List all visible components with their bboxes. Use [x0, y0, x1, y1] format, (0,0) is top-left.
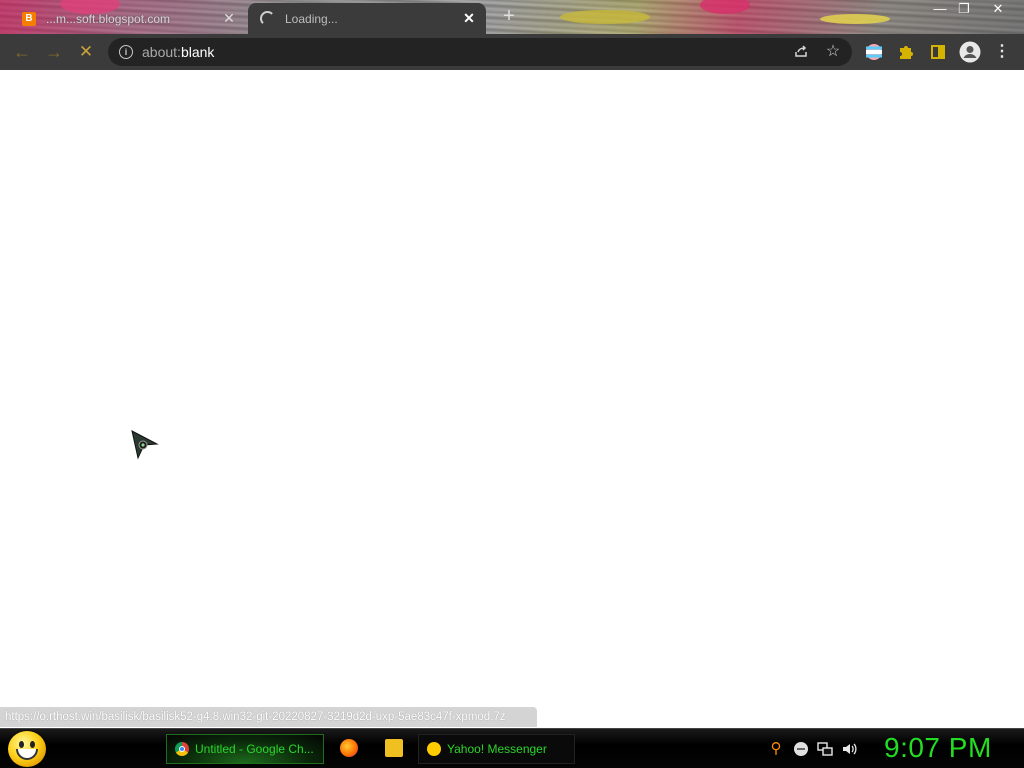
info-icon[interactable]: i [119, 45, 133, 59]
theme-decoration [700, 0, 750, 14]
tab-title: ...m...soft.blogspot.com [46, 11, 171, 26]
search-icon[interactable]: ⚲ [768, 741, 784, 757]
close-tab-icon[interactable]: ✕ [462, 11, 476, 25]
taskbar-button-label: Untitled - Google Ch... [195, 742, 314, 756]
address-bar[interactable]: i about:blank ☆ [108, 38, 852, 66]
maximize-button[interactable]: ❐ [952, 0, 976, 18]
profile-flag-icon[interactable] [865, 43, 883, 61]
stop-loading-button[interactable]: ✕ [74, 40, 98, 64]
close-window-button[interactable]: ✕ [986, 0, 1010, 18]
tab-strip: B ...m...soft.blogspot.com ✕ Loading... … [0, 0, 1024, 34]
volume-icon[interactable] [841, 741, 857, 757]
smiley-mouth [16, 749, 38, 760]
url-host: blank [180, 44, 215, 60]
chrome-icon [175, 742, 189, 756]
smiley-eye [19, 741, 24, 748]
url-scheme: about: [142, 44, 181, 60]
yahoo-smiley-start-icon[interactable] [8, 731, 46, 767]
tab-loading[interactable]: Loading... ✕ [248, 3, 486, 34]
forward-button[interactable]: → [42, 40, 66, 64]
firefox-icon[interactable] [340, 739, 358, 757]
smiley-eye [30, 741, 35, 748]
status-url-bubble: https://o.rthost.win/basilisk/basilisk52… [0, 707, 537, 727]
share-icon[interactable] [792, 43, 810, 61]
blogger-icon: B [22, 11, 36, 26]
extensions-puzzle-icon[interactable] [897, 43, 915, 61]
side-panel-icon[interactable] [929, 43, 947, 61]
taskbar-button-chrome[interactable]: Untitled - Google Ch... [166, 734, 324, 764]
tab-blogspot[interactable]: B ...m...soft.blogspot.com ✕ [14, 3, 246, 34]
folder-icon[interactable] [385, 739, 403, 757]
taskbar-button-yahoo-messenger[interactable]: Yahoo! Messenger [418, 734, 575, 764]
new-tab-button[interactable]: + [499, 6, 519, 26]
minimize-button[interactable]: — [928, 0, 952, 18]
taskbar-button-label: Yahoo! Messenger [447, 742, 547, 756]
menu-kebab-icon[interactable]: ⋮ [993, 43, 1011, 61]
tab-title: Loading... [285, 11, 338, 26]
theme-decoration [820, 14, 890, 24]
taskbar: Untitled - Google Ch... Yahoo! Messenger… [0, 728, 1024, 768]
close-tab-icon[interactable]: ✕ [222, 11, 236, 25]
theme-decoration [560, 10, 650, 24]
messenger-status-icon[interactable] [793, 741, 809, 757]
page-content-blank[interactable] [0, 70, 1024, 728]
taskbar-clock[interactable]: 9:07 PM [884, 732, 992, 764]
network-icon[interactable] [817, 741, 833, 757]
back-button[interactable]: ← [10, 40, 34, 64]
loading-spinner-icon [260, 11, 275, 26]
account-avatar-icon[interactable] [959, 41, 981, 63]
url-text[interactable]: about:blank [142, 44, 214, 60]
bookmark-star-icon[interactable]: ☆ [824, 43, 842, 61]
browser-toolbar: ← → ✕ i about:blank ☆ ⋮ [0, 34, 1024, 70]
mouse-pointer-icon [130, 430, 160, 460]
yahoo-messenger-icon [427, 742, 441, 756]
